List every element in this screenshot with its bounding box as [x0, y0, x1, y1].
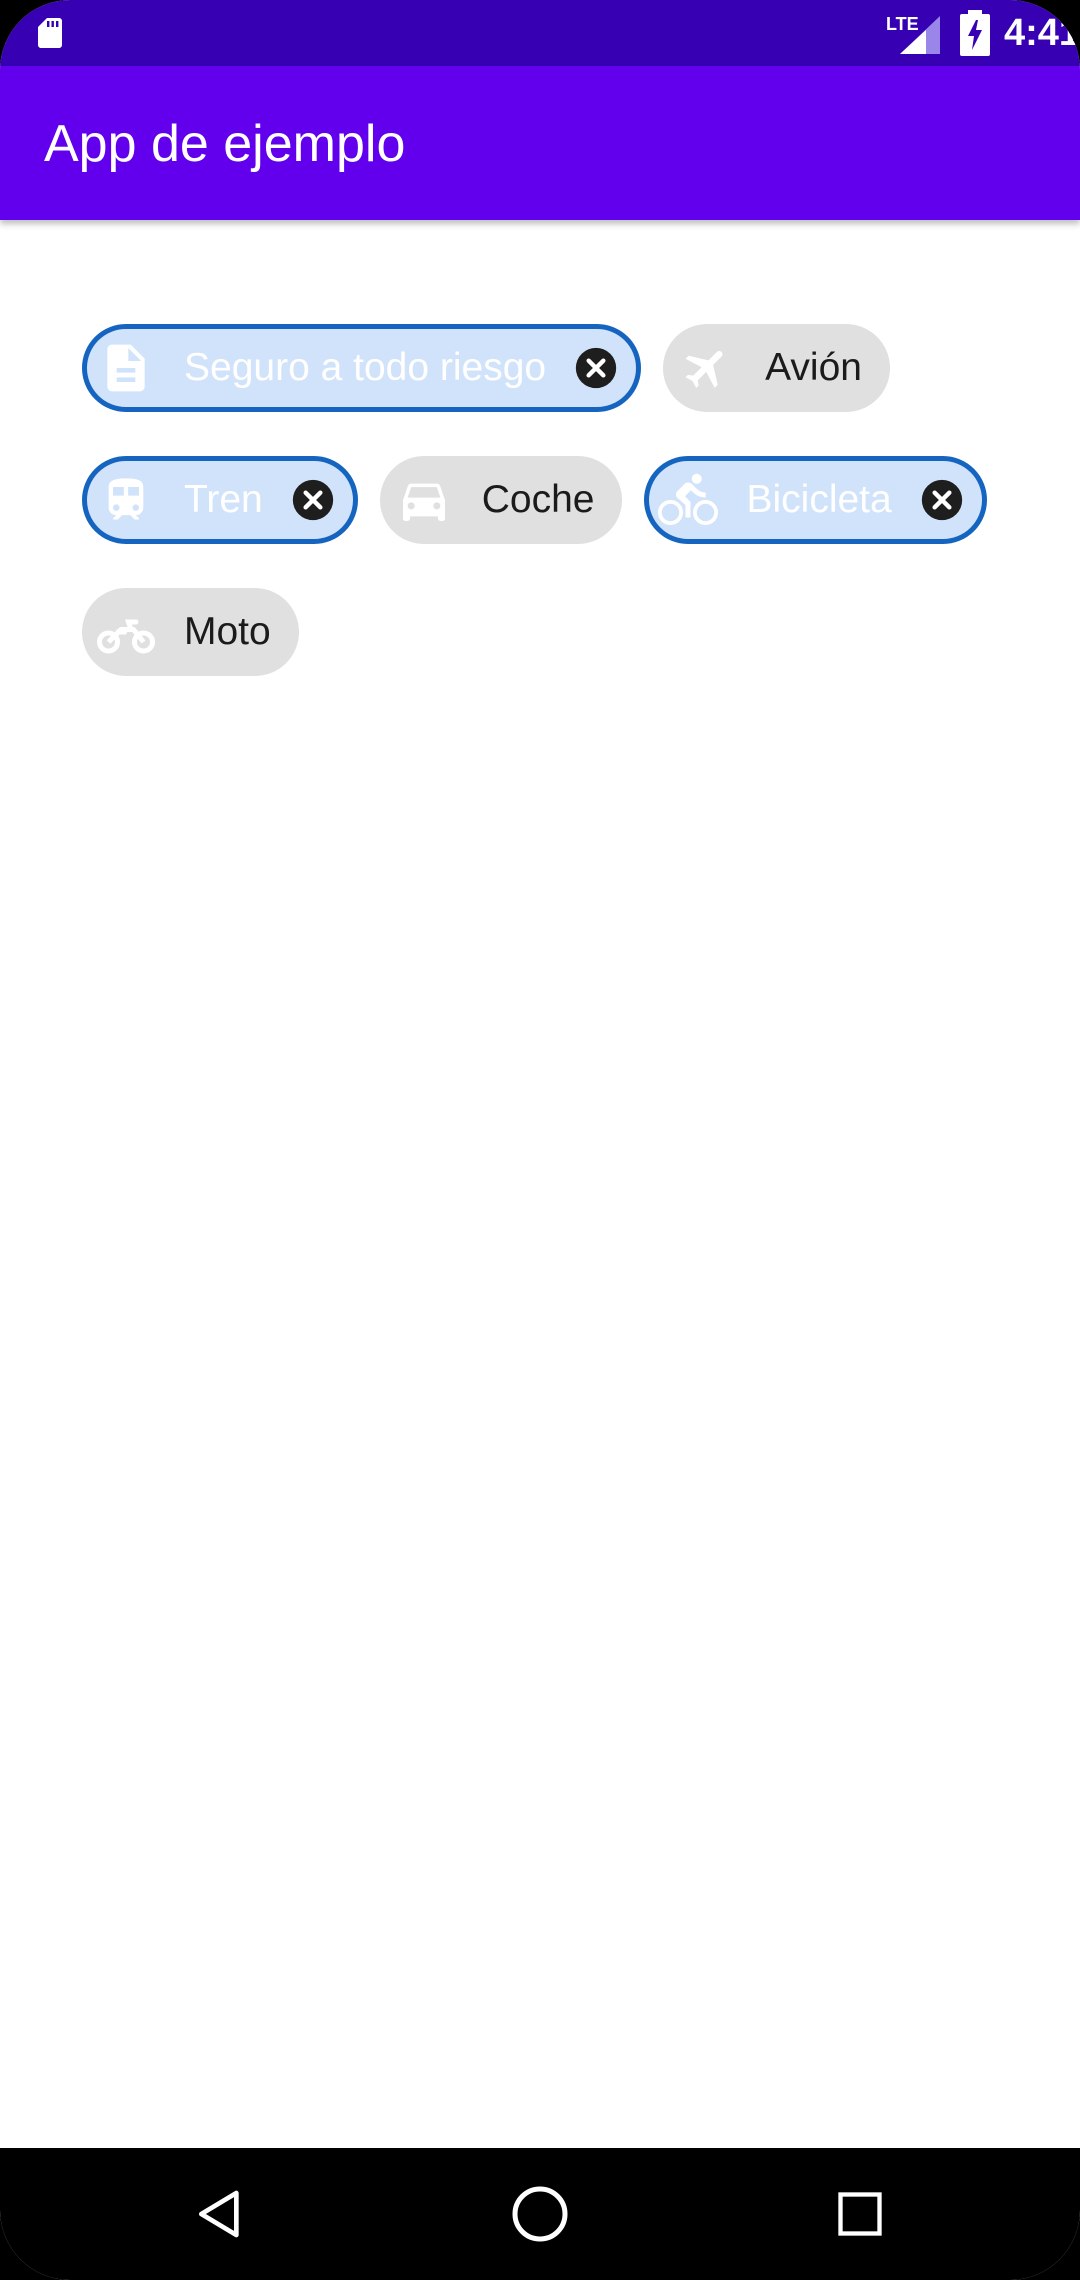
chip-label: Tren [184, 478, 263, 521]
bicycle-icon [658, 470, 719, 530]
recents-button[interactable] [824, 2178, 896, 2250]
navigation-bar [0, 2148, 1080, 2280]
app-bar: App de ejemplo [0, 66, 1080, 220]
chip-label: Coche [481, 478, 595, 521]
status-time: 4:41 [1003, 11, 1080, 54]
chip-group: Seguro a todo riesgo Avión Tren Coche Bi… [82, 324, 1032, 676]
battery-charging-icon [959, 10, 990, 56]
home-button[interactable] [504, 2178, 576, 2250]
home-icon [512, 2186, 568, 2242]
status-bar: LTE 4:41 [0, 0, 1080, 66]
phone-screen: LTE 4:41 App de ejemplo Seguro a todo ri… [0, 0, 1080, 2280]
cell-signal-icon: LTE [886, 8, 946, 58]
car-icon [394, 470, 454, 530]
chip-label: Moto [184, 610, 271, 653]
app-title: App de ejemplo [44, 115, 406, 173]
chip-label: Bicicleta [746, 478, 892, 521]
recents-icon [838, 2192, 882, 2236]
close-icon[interactable] [291, 478, 335, 522]
chip-label: Avión [765, 346, 862, 389]
chip-label: Seguro a todo riesgo [184, 346, 547, 389]
airplane-icon [677, 338, 737, 398]
status-icons: LTE 4:41 [886, 0, 1080, 66]
close-icon[interactable] [574, 346, 618, 390]
motorcycle-icon [96, 602, 156, 662]
document-icon [96, 338, 156, 398]
chip-moto[interactable]: Moto [82, 588, 299, 676]
chip-coche[interactable]: Coche [379, 456, 623, 544]
chip-bicicleta[interactable]: Bicicleta [644, 456, 987, 544]
sd-card-icon [38, 18, 62, 48]
back-button[interactable] [184, 2178, 256, 2250]
back-icon [199, 2190, 239, 2238]
close-icon[interactable] [920, 478, 964, 522]
chip-avion[interactable]: Avión [663, 324, 890, 412]
chip-tren[interactable]: Tren [82, 456, 358, 544]
train-icon [96, 470, 156, 530]
chip-seguro-a-todo-riesgo[interactable]: Seguro a todo riesgo [82, 324, 642, 412]
